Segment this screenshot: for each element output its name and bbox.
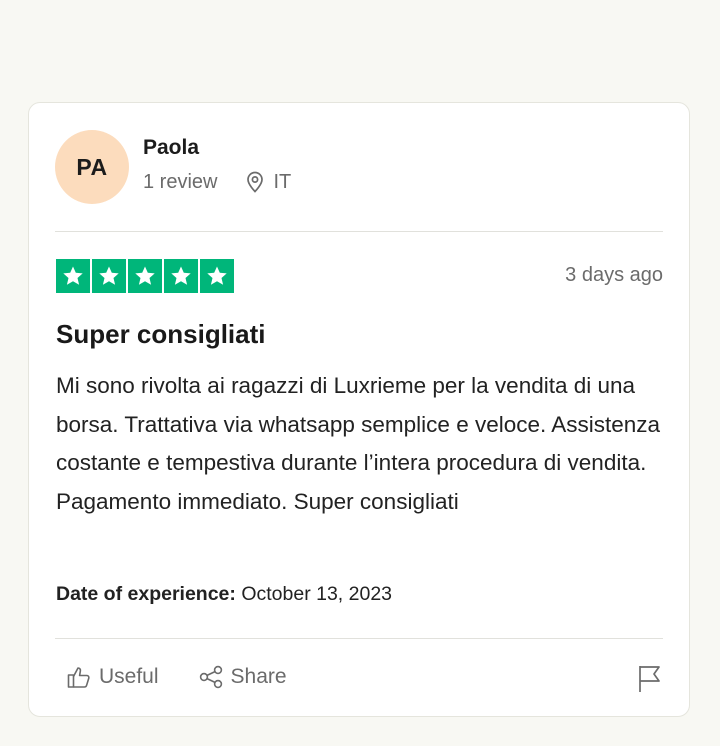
- star-icon: [200, 259, 234, 293]
- review-count: 1 review: [143, 170, 218, 193]
- star-icon: [164, 259, 198, 293]
- reviewer-meta: 1 review IT: [143, 171, 291, 194]
- reviewer-info: Paola 1 review IT: [143, 136, 291, 194]
- share-icon: [199, 665, 222, 689]
- reviewer-country: IT: [273, 170, 292, 193]
- reviewer-name[interactable]: Paola: [143, 135, 291, 161]
- flag-icon: [639, 666, 660, 692]
- divider: [55, 638, 663, 639]
- useful-button[interactable]: Useful: [67, 665, 159, 689]
- useful-label: Useful: [99, 665, 159, 688]
- experience-label: Date of experience:: [56, 583, 236, 605]
- review-actions: Useful Share: [67, 665, 287, 689]
- star-icon: [56, 259, 90, 293]
- review-title: Super consigliati: [56, 319, 266, 349]
- divider: [55, 231, 663, 232]
- reviewer-header: PA Paola 1 review IT: [55, 130, 291, 204]
- experience-date: October 13, 2023: [241, 583, 393, 605]
- star-icon: [128, 259, 162, 293]
- review-body: Mi sono rivolta ai ragazzi di Luxrieme p…: [56, 373, 661, 514]
- review-date: 3 days ago: [565, 264, 663, 286]
- share-label: Share: [230, 665, 287, 688]
- share-button[interactable]: Share: [199, 665, 287, 689]
- review-card: PA Paola 1 review IT 3 days ago Super co…: [28, 102, 690, 717]
- thumbs-up-icon: [67, 667, 90, 688]
- star-rating: [56, 259, 234, 293]
- date-of-experience: Date of experience: October 13, 2023: [56, 583, 392, 606]
- star-icon: [92, 259, 126, 293]
- avatar[interactable]: PA: [55, 130, 129, 204]
- map-pin-icon: [245, 171, 265, 193]
- report-flag-button[interactable]: [637, 664, 663, 699]
